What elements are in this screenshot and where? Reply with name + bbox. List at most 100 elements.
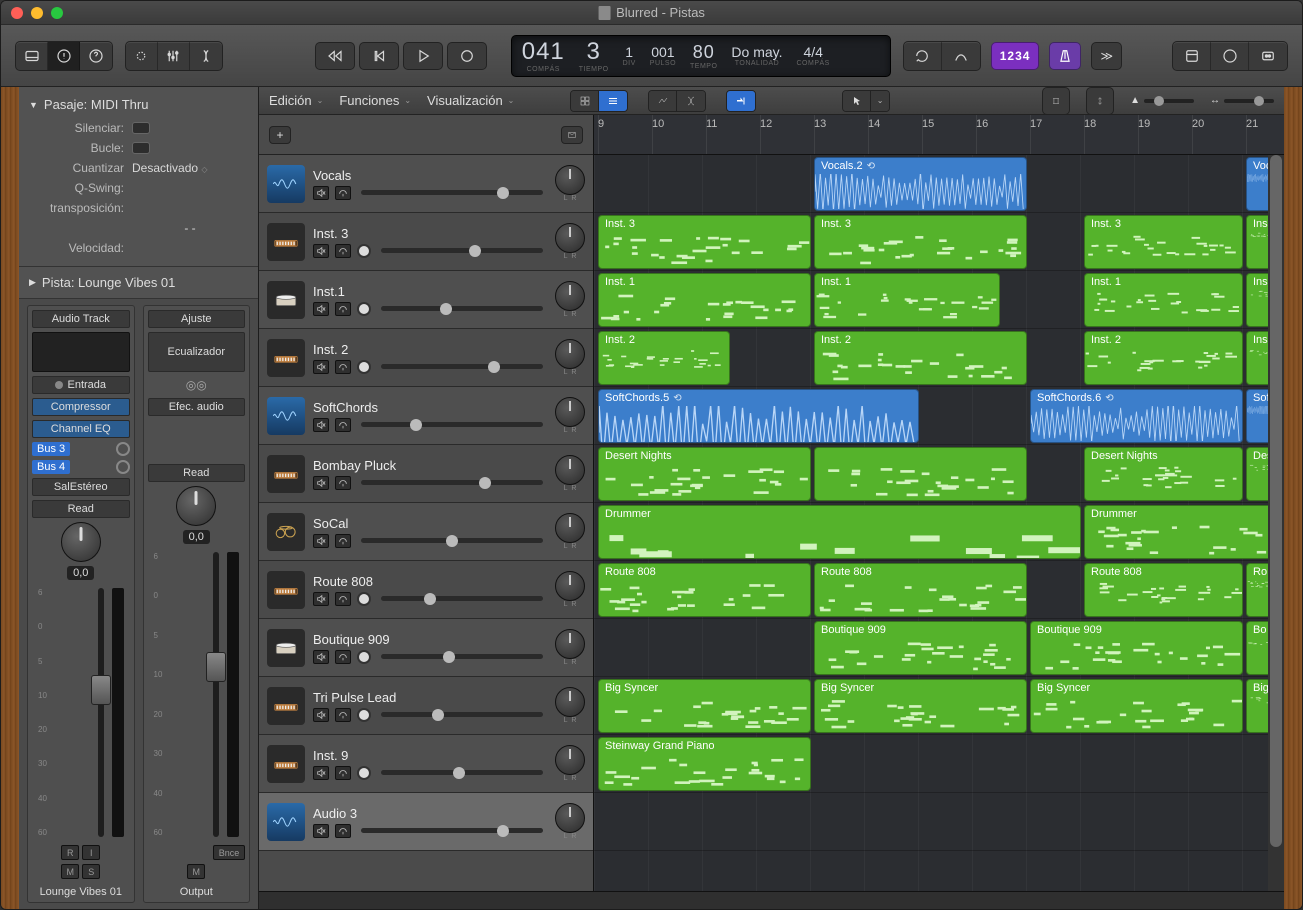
solo-icon[interactable] [335, 302, 351, 316]
automation-mode[interactable]: Read [148, 464, 246, 482]
input-monitor-i[interactable]: I [82, 845, 100, 860]
pasaje-header[interactable]: ▼Pasaje: MIDI Thru [29, 93, 248, 116]
flex-button[interactable] [677, 91, 705, 111]
mute-icon[interactable] [313, 244, 329, 258]
region[interactable]: Inst. 3 [1084, 215, 1243, 269]
automation-button[interactable] [649, 91, 677, 111]
zoom-icon[interactable] [51, 7, 63, 19]
region[interactable]: Inst. 1 [1084, 273, 1243, 327]
mute-icon[interactable] [313, 360, 329, 374]
mixer-button[interactable] [158, 42, 190, 70]
help-button[interactable] [80, 42, 112, 70]
region[interactable]: Drummer [1084, 505, 1284, 559]
more-button[interactable]: ≫ [1091, 42, 1122, 70]
mute-icon[interactable] [313, 708, 329, 722]
mute-icon[interactable] [313, 592, 329, 606]
bounce-button[interactable]: Bnce [213, 845, 245, 860]
solo-icon[interactable] [335, 650, 351, 664]
metronome-button[interactable] [1049, 42, 1081, 70]
record-button[interactable] [447, 42, 487, 70]
gain-readout[interactable]: 0,0 [183, 530, 210, 544]
region[interactable]: Route 808 [598, 563, 811, 617]
mute-icon[interactable] [313, 476, 329, 490]
gain-readout[interactable]: 0,0 [67, 566, 94, 580]
library-button[interactable] [16, 42, 48, 70]
track-header[interactable]: SoftChordsL R [259, 387, 593, 445]
volume-slider[interactable] [381, 770, 543, 775]
pan-knob[interactable] [555, 397, 585, 427]
track-header[interactable]: Tri Pulse LeadL R [259, 677, 593, 735]
view-grid-button[interactable] [571, 91, 599, 111]
snap-button[interactable] [1042, 87, 1070, 115]
pan-knob[interactable] [555, 165, 585, 195]
pista-header[interactable]: ▶Pista: Lounge Vibes 01 [29, 271, 248, 294]
pan-knob[interactable] [555, 513, 585, 543]
solo-icon[interactable] [335, 592, 351, 606]
tuner-button[interactable] [942, 42, 980, 70]
add-track-button[interactable]: + [269, 126, 291, 144]
catch-button[interactable] [727, 91, 755, 111]
volume-slider[interactable] [381, 248, 543, 253]
volume-slider[interactable] [361, 190, 543, 195]
mute-button[interactable]: M [187, 864, 205, 879]
audio-track-tab[interactable]: Audio Track [32, 310, 130, 328]
track-header[interactable]: Boutique 909L R [259, 619, 593, 677]
region[interactable]: Boutique 909 [814, 621, 1027, 675]
region[interactable]: Drummer [598, 505, 1081, 559]
pan-knob[interactable] [176, 486, 216, 526]
region[interactable]: SoftChords.6⟲ [1030, 389, 1243, 443]
setting-button[interactable]: Ajuste [148, 310, 246, 328]
solo-icon[interactable] [335, 766, 351, 780]
count-in-button[interactable]: 1234 [991, 42, 1040, 70]
notes-button[interactable] [1211, 42, 1249, 70]
play-button[interactable] [403, 42, 443, 70]
track-header[interactable]: Inst.1L R [259, 271, 593, 329]
arrange-area[interactable]: 9101112131415161718192021 Vocals.2⟲VocIn… [594, 115, 1284, 891]
pan-knob[interactable] [555, 455, 585, 485]
volume-slider[interactable] [361, 538, 543, 543]
close-icon[interactable] [11, 7, 23, 19]
region[interactable]: Big Syncer [814, 679, 1027, 733]
region[interactable]: SoftChords.5⟲ [598, 389, 919, 443]
vert-zoom-slider[interactable]: ▲ [1130, 95, 1194, 106]
solo-button[interactable]: S [82, 864, 100, 879]
send-bus4[interactable]: Bus 4 [32, 460, 70, 474]
region[interactable]: Route 808 [814, 563, 1027, 617]
view-list-button[interactable] [599, 91, 627, 111]
send-knob-icon[interactable] [116, 442, 130, 456]
pan-knob[interactable] [555, 629, 585, 659]
record-enable[interactable] [357, 766, 371, 780]
smart-controls-button[interactable] [126, 42, 158, 70]
volume-slider[interactable] [381, 596, 543, 601]
eq-thumbnail[interactable] [32, 332, 130, 372]
volume-fader[interactable] [98, 588, 104, 837]
pan-knob[interactable] [555, 687, 585, 717]
insert-compressor[interactable]: Compressor [32, 398, 130, 416]
insert-channel-eq[interactable]: Channel EQ [32, 420, 130, 438]
send-bus3[interactable]: Bus 3 [32, 442, 70, 456]
global-tracks-button[interactable] [561, 126, 583, 144]
ruler[interactable]: 9101112131415161718192021 [594, 115, 1284, 155]
track-header[interactable]: Route 808L R [259, 561, 593, 619]
region[interactable]: Big Syncer [598, 679, 811, 733]
solo-icon[interactable] [335, 418, 351, 432]
track-header[interactable]: VocalsL R [259, 155, 593, 213]
record-enable[interactable] [357, 244, 371, 258]
record-enable[interactable] [357, 650, 371, 664]
automation-mode[interactable]: Read [32, 500, 130, 518]
volume-slider[interactable] [381, 364, 543, 369]
loop-checkbox[interactable] [132, 142, 150, 154]
region[interactable]: Steinway Grand Piano [598, 737, 811, 791]
solo-icon[interactable] [335, 534, 351, 548]
region[interactable]: Desert Nights [598, 447, 811, 501]
track-header[interactable]: SoCalL R [259, 503, 593, 561]
pan-knob[interactable] [555, 281, 585, 311]
output-select[interactable]: SalEstéreo [32, 478, 130, 496]
record-enable[interactable] [357, 592, 371, 606]
region[interactable]: Route 808 [1084, 563, 1243, 617]
menu-visualizacion[interactable]: Visualización⌄ [427, 93, 514, 108]
region[interactable]: Inst. 3 [598, 215, 811, 269]
solo-icon[interactable] [335, 476, 351, 490]
rewind-button[interactable] [315, 42, 355, 70]
mute-icon[interactable] [313, 186, 329, 200]
